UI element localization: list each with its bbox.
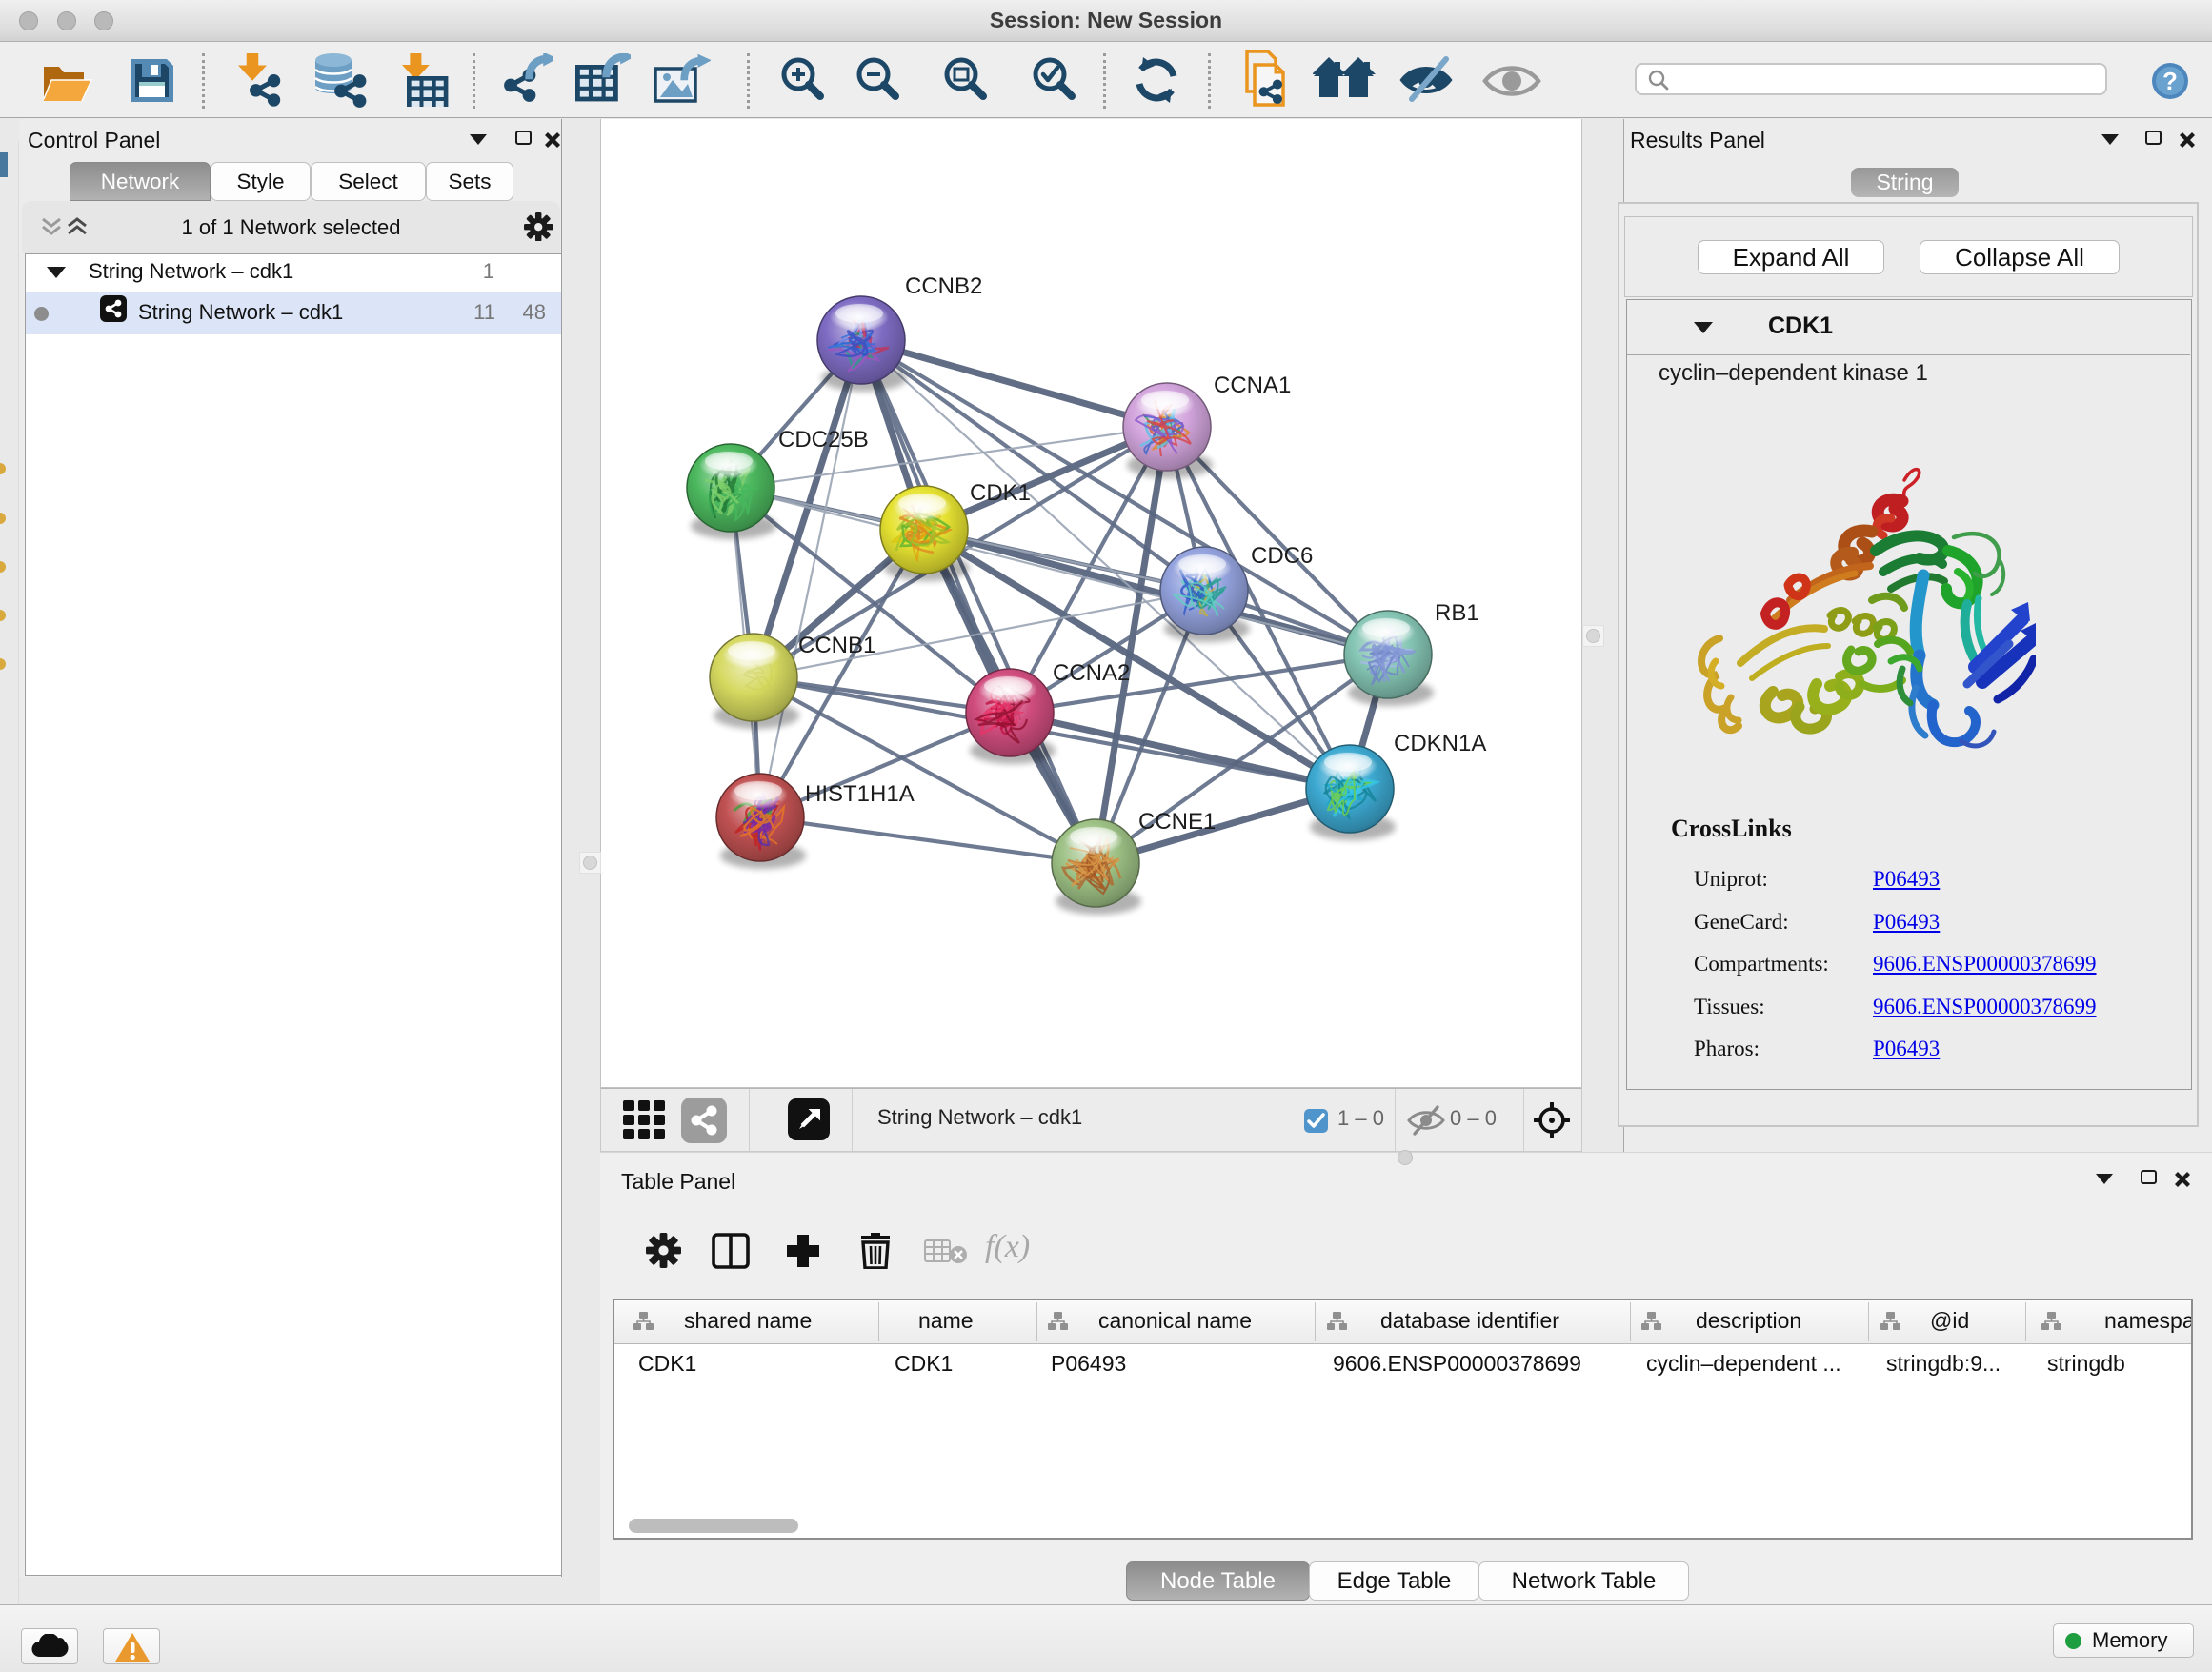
svg-text:CCNE1: CCNE1 bbox=[1138, 809, 1216, 835]
svg-text:CDC6: CDC6 bbox=[1251, 543, 1313, 569]
svg-text:CDK1: CDK1 bbox=[970, 480, 1031, 506]
svg-text:CCNB2: CCNB2 bbox=[905, 273, 982, 299]
svg-text:CDKN1A: CDKN1A bbox=[1394, 731, 1486, 756]
svg-text:CCNB1: CCNB1 bbox=[798, 633, 875, 658]
svg-text:CCNA1: CCNA1 bbox=[1214, 373, 1291, 398]
svg-text:?: ? bbox=[2162, 67, 2178, 95]
svg-text:CCNA2: CCNA2 bbox=[1053, 660, 1130, 686]
svg-text:CDC25B: CDC25B bbox=[778, 427, 869, 453]
svg-text:RB1: RB1 bbox=[1435, 600, 1479, 626]
svg-text:HIST1H1A: HIST1H1A bbox=[805, 781, 915, 807]
